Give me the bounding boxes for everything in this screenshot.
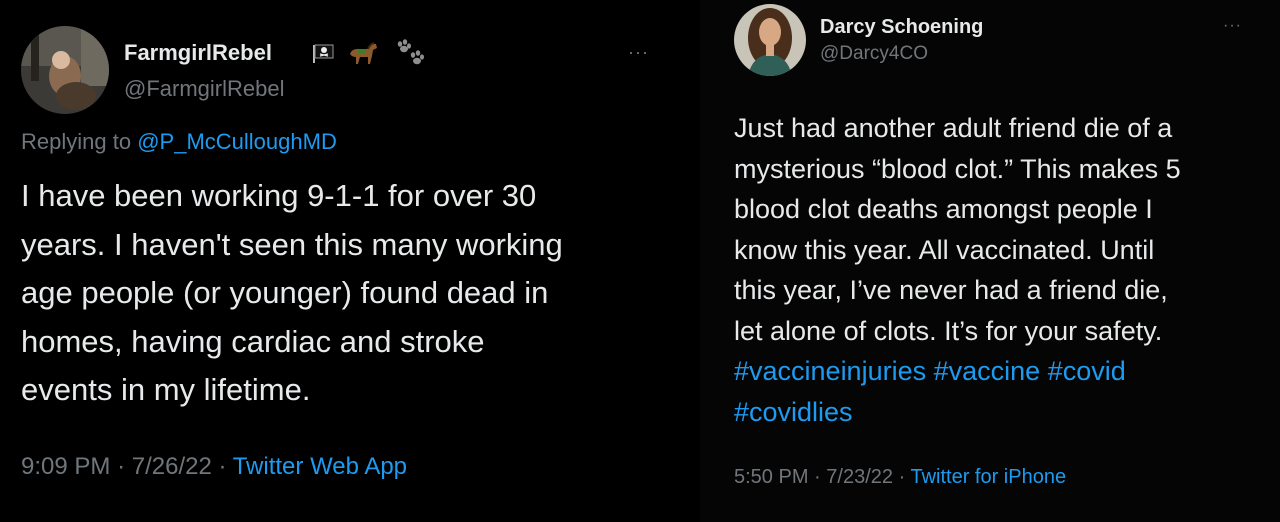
tweet-meta: 9:09 PM · 7/26/22 · Twitter Web App [21,453,407,481]
tweet-body: Just had another adult friend die of a m… [734,108,1181,432]
tweet-line: let alone of clots. It’s for your safety… [734,315,1163,346]
hashtags-line: #vaccineinjuries #vaccine #covid [734,351,1181,392]
tweet-meta: 5:50 PM · 7/23/22 · Twitter for iPhone [734,466,1066,489]
source-link[interactable]: Twitter for iPhone [910,466,1066,488]
tweet-line: years. I haven't seen this many working [21,226,563,262]
separator: · [898,466,906,488]
timestamp-time[interactable]: 9:09 PM [21,453,110,480]
timestamp-date[interactable]: 7/26/22 [132,453,212,480]
separator: · [218,453,227,480]
tweet-card-farmgirlrebel: FarmgirlRebel @FarmgirlRebel ··· Replyin… [0,0,680,522]
source-link[interactable]: Twitter Web App [233,453,407,480]
hashtag-link[interactable]: #covidlies [734,397,853,427]
replying-prefix: Replying to [21,129,132,154]
handle[interactable]: @FarmgirlRebel [124,76,284,102]
display-name[interactable]: Darcy Schoening [820,16,983,39]
tweet-line: events in my lifetime. [21,372,311,407]
tweet-line: know this year. All vaccinated. Until [734,234,1155,265]
replying-to: Replying to @P_McCulloughMD [21,129,337,155]
tweet-line: age people (or younger) found dead in [21,275,549,310]
more-options-icon[interactable]: ··· [628,42,649,63]
separator: · [117,453,126,480]
timestamp-date[interactable]: 7/23/22 [826,466,893,488]
tweet-line: Just had another adult friend die of a [734,113,1173,143]
tweet-line: homes, having cardiac and stroke [21,323,485,359]
timestamp-time[interactable]: 5:50 PM [734,466,808,488]
hashtag-link[interactable]: #vaccine [934,356,1041,386]
tweet-line: this year, I’ve never had a friend die, [734,275,1168,305]
tweet-line: mysterious “blood clot.” This makes 5 [734,153,1181,184]
hashtag-link[interactable]: #covid [1048,356,1126,386]
tweet-body: I have been working 9-1-1 for over 30 ye… [21,172,563,415]
tweet-line: I have been working 9-1-1 for over 30 [21,178,537,213]
hashtags-line: #covidlies [734,392,1181,433]
replying-to-link[interactable]: @P_McCulloughMD [137,129,337,154]
avatar[interactable] [734,4,806,76]
tweet-card-darcy-schoening: Darcy Schoening @Darcy4CO ··· Just had a… [700,0,1280,522]
tweet-line: blood clot deaths amongst people I [734,194,1153,224]
separator: · [814,466,821,488]
name-emoji-badges [312,38,426,73]
hashtag-link[interactable]: #vaccineinjuries [734,356,926,386]
paw-prints-icon [392,38,426,73]
pirate-flag-icon [312,42,334,69]
display-name[interactable]: FarmgirlRebel [124,40,272,66]
more-options-icon[interactable]: ··· [1223,17,1242,35]
handle[interactable]: @Darcy4CO [820,43,928,65]
horse-icon [346,40,380,71]
avatar[interactable] [21,26,109,114]
